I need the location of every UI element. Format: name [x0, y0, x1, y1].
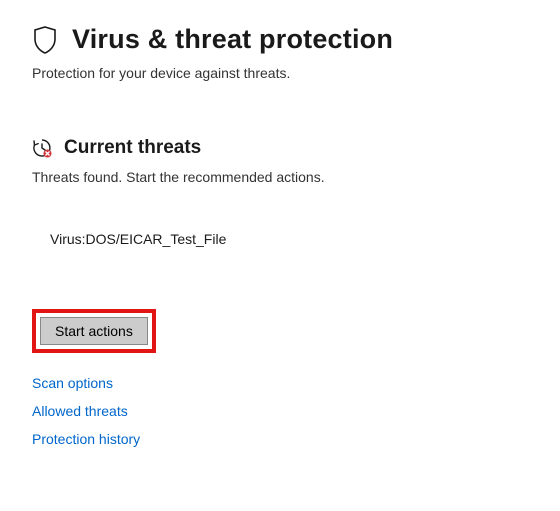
allowed-threats-link[interactable]: Allowed threats	[32, 403, 528, 419]
clock-alert-icon	[32, 138, 52, 158]
start-actions-highlight: Start actions	[32, 309, 156, 353]
link-list: Scan options Allowed threats Protection …	[32, 375, 528, 447]
shield-icon	[32, 25, 58, 55]
page-header: Virus & threat protection	[32, 24, 528, 55]
current-threats-header: Current threats	[32, 137, 528, 159]
current-threats-title: Current threats	[64, 137, 201, 159]
page-subtitle: Protection for your device against threa…	[32, 65, 528, 81]
start-actions-button[interactable]: Start actions	[40, 317, 148, 345]
page-title: Virus & threat protection	[72, 24, 393, 55]
threat-item: Virus:DOS/EICAR_Test_File	[50, 231, 528, 247]
protection-history-link[interactable]: Protection history	[32, 431, 528, 447]
current-threats-subtitle: Threats found. Start the recommended act…	[32, 169, 528, 185]
scan-options-link[interactable]: Scan options	[32, 375, 528, 391]
